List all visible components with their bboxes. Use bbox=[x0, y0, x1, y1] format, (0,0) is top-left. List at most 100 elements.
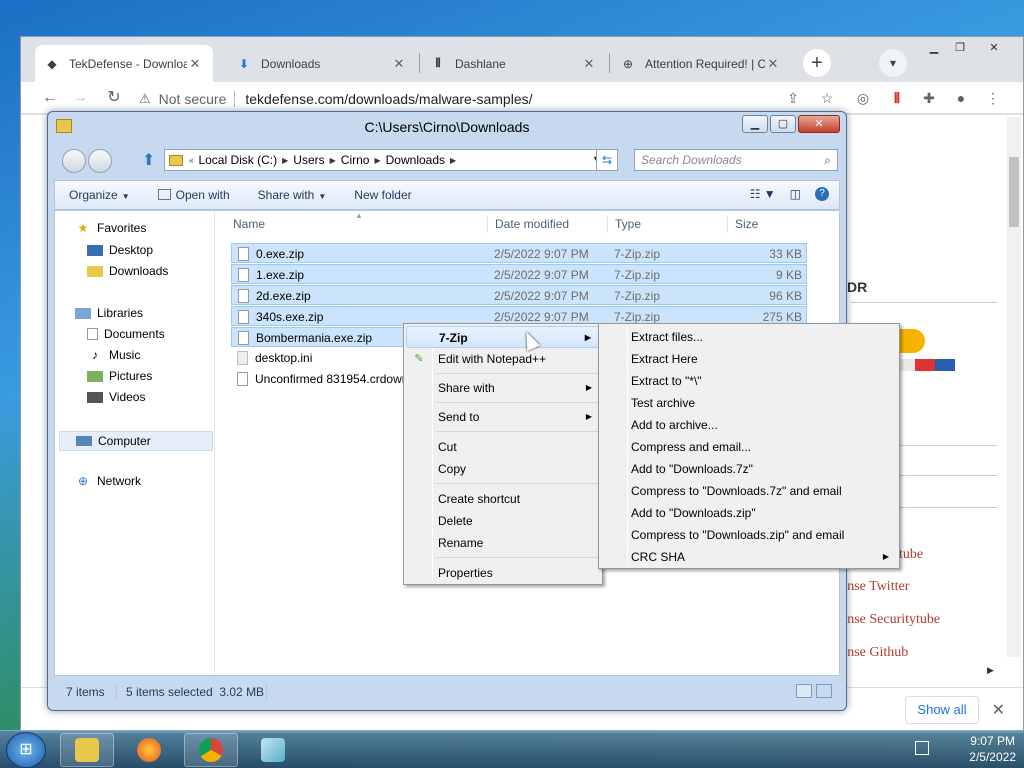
restore-button[interactable]: ❐ bbox=[947, 41, 973, 57]
nav-downloads[interactable]: Downloads bbox=[87, 264, 168, 278]
nav-desktop[interactable]: Desktop bbox=[87, 243, 153, 257]
file-row[interactable]: desktop.ini bbox=[231, 348, 407, 368]
menu-item-extract-here[interactable]: Extract Here bbox=[601, 348, 897, 370]
breadcrumb[interactable]: « Local Disk (C:) ▶ Users ▶ Cirno ▶ Downloa… bbox=[164, 149, 608, 171]
menu-item-compress-email[interactable]: Compress and email... bbox=[601, 436, 897, 458]
nav-favorites[interactable]: ★ Favorites bbox=[75, 221, 147, 235]
forward-icon[interactable]: → bbox=[69, 87, 91, 109]
url-text[interactable]: tekdefense.com/downloads/malware-samples… bbox=[245, 91, 532, 107]
nav-pictures[interactable]: Pictures bbox=[87, 369, 152, 383]
close-tab-icon[interactable]: ✕ bbox=[765, 56, 781, 72]
file-row[interactable]: Unconfirmed 831954.crdown bbox=[231, 369, 407, 389]
close-tab-icon[interactable]: ✕ bbox=[581, 56, 597, 72]
tab-downloads[interactable]: ⬇ Downloads ✕ bbox=[227, 45, 417, 82]
reload-icon[interactable]: ↻ bbox=[103, 87, 125, 109]
menu-item-extract-files[interactable]: Extract files... bbox=[601, 326, 897, 348]
tab-attention[interactable]: ⊕ Attention Required! | C ✕ bbox=[611, 45, 791, 82]
link-twitter[interactable]: ense Twitter bbox=[841, 579, 909, 595]
menu-item-7zip[interactable]: 7-Zip ▶ bbox=[406, 326, 600, 348]
column-header-name[interactable]: Name bbox=[217, 211, 487, 237]
maximize-button[interactable]: ▢ bbox=[770, 115, 796, 133]
close-button[interactable]: ✕ bbox=[798, 115, 840, 133]
profile-avatar-icon[interactable]: ● bbox=[951, 88, 971, 108]
menu-item-compress-7z-email[interactable]: Compress to "Downloads.7z" and email bbox=[601, 480, 897, 502]
nav-music[interactable]: ♪ Music bbox=[87, 348, 140, 362]
nav-videos[interactable]: Videos bbox=[87, 390, 145, 404]
link-github[interactable]: ense Github bbox=[841, 645, 908, 661]
link-securitytube[interactable]: ense Securitytube bbox=[841, 612, 940, 628]
chevron-right-icon[interactable]: ▶ bbox=[374, 156, 380, 165]
preview-pane-icon[interactable]: ◫ bbox=[790, 187, 801, 201]
column-header-date[interactable]: Date modified bbox=[479, 211, 599, 237]
nav-network[interactable]: ⊕ Network bbox=[75, 474, 141, 488]
link-text[interactable]: tube bbox=[899, 547, 923, 563]
menu-item-add-zip[interactable]: Add to "Downloads.zip" bbox=[601, 502, 897, 524]
share-with-button[interactable]: Share with ▼ bbox=[244, 188, 341, 202]
new-folder-button[interactable]: New folder bbox=[340, 188, 425, 202]
menu-item-share-with[interactable]: Share with ▶ bbox=[406, 377, 600, 399]
taskbar-chrome[interactable] bbox=[184, 733, 238, 767]
menu-item-create-shortcut[interactable]: Create shortcut bbox=[406, 488, 600, 510]
nav-libraries[interactable]: Libraries bbox=[75, 306, 143, 320]
share-icon[interactable]: ⇪ bbox=[783, 88, 803, 108]
file-row[interactable]: 2d.exe.zip 2/5/2022 9:07 PM 7-Zip.zip 96… bbox=[231, 285, 807, 305]
clock[interactable]: 9:07 PM 2/5/2022 bbox=[969, 733, 1016, 765]
minimize-button[interactable]: ▁ bbox=[921, 41, 947, 57]
menu-item-crc-sha[interactable]: CRC SHA ▶ bbox=[601, 546, 897, 568]
scrollbar-thumb[interactable] bbox=[1009, 157, 1019, 227]
tab-dashlane[interactable]: ⦀ Dashlane ✕ bbox=[421, 45, 607, 82]
menu-item-delete[interactable]: Delete bbox=[406, 510, 600, 532]
close-tab-icon[interactable]: ✕ bbox=[391, 56, 407, 72]
menu-item-compress-zip-email[interactable]: Compress to "Downloads.zip" and email bbox=[601, 524, 897, 546]
chevron-left-icon[interactable]: « bbox=[189, 156, 193, 165]
search-input[interactable]: Search Downloads ⌕ bbox=[634, 149, 838, 171]
chevron-right-icon[interactable]: ▶ bbox=[330, 156, 336, 165]
minimize-button[interactable]: ▁ bbox=[742, 115, 768, 133]
nav-documents[interactable]: Documents bbox=[87, 327, 165, 341]
close-tab-icon[interactable]: ✕ bbox=[187, 56, 203, 72]
tab-search-button[interactable]: ▾ bbox=[879, 49, 907, 77]
file-row[interactable]: Bombermania.exe.zip bbox=[231, 327, 407, 347]
menu-item-rename[interactable]: Rename bbox=[406, 532, 600, 554]
show-all-button[interactable]: Show all bbox=[905, 696, 979, 724]
help-icon[interactable]: ? bbox=[815, 187, 829, 201]
bookmark-star-icon[interactable]: ☆ bbox=[817, 88, 837, 108]
breadcrumb-users[interactable]: Users bbox=[293, 153, 324, 167]
close-download-bar-icon[interactable]: ✕ bbox=[992, 700, 1005, 720]
start-button[interactable]: ⊞ bbox=[6, 732, 46, 768]
menu-item-copy[interactable]: Copy bbox=[406, 458, 600, 480]
menu-item-cut[interactable]: Cut bbox=[406, 436, 600, 458]
taskbar-firefox[interactable] bbox=[122, 733, 176, 767]
chevron-right-icon[interactable]: ▶ bbox=[282, 156, 288, 165]
refresh-icon[interactable]: ⇆ bbox=[596, 149, 618, 171]
extensions-puzzle-icon[interactable]: ✚ bbox=[919, 88, 939, 108]
taskbar-app[interactable] bbox=[246, 733, 300, 767]
column-header-type[interactable]: Type bbox=[599, 211, 719, 237]
open-with-button[interactable]: Open with bbox=[144, 188, 244, 202]
back-button[interactable] bbox=[62, 149, 86, 173]
nav-computer[interactable]: Computer bbox=[59, 431, 213, 451]
search-icon[interactable]: ⌕ bbox=[824, 150, 831, 170]
page-scrollbar[interactable] bbox=[1007, 117, 1021, 657]
menu-kebab-icon[interactable]: ⋮ bbox=[983, 88, 1003, 108]
not-secure-label[interactable]: Not secure bbox=[159, 91, 227, 107]
column-header-size[interactable]: Size bbox=[719, 211, 799, 237]
scroll-right-arrow-icon[interactable]: ▶ bbox=[987, 665, 994, 676]
forward-button[interactable] bbox=[88, 149, 112, 173]
address-bar[interactable]: ⚠ Not secure tekdefense.com/downloads/ma… bbox=[139, 86, 849, 111]
file-row[interactable]: 1.exe.zip 2/5/2022 9:07 PM 7-Zip.zip 9 K… bbox=[231, 264, 807, 284]
new-tab-button[interactable]: + bbox=[803, 49, 831, 77]
breadcrumb-local-disk[interactable]: Local Disk (C:) bbox=[198, 153, 277, 167]
menu-item-send-to[interactable]: Send to ▶ bbox=[406, 406, 600, 428]
view-options-icon[interactable]: ☷ ▼ bbox=[750, 187, 776, 201]
details-view-icon[interactable] bbox=[796, 684, 812, 698]
menu-item-test-archive[interactable]: Test archive bbox=[601, 392, 897, 414]
menu-item-extract-to[interactable]: Extract to "*\" bbox=[601, 370, 897, 392]
back-icon[interactable]: ← bbox=[39, 87, 61, 109]
up-arrow-icon[interactable]: ⬆ bbox=[142, 150, 155, 170]
breadcrumb-cirno[interactable]: Cirno bbox=[341, 153, 370, 167]
menu-item-add-7z[interactable]: Add to "Downloads.7z" bbox=[601, 458, 897, 480]
tab-tekdefense[interactable]: ◆ TekDefense - Downloac ✕ bbox=[35, 45, 213, 82]
file-row[interactable]: 0.exe.zip 2/5/2022 9:07 PM 7-Zip.zip 33 … bbox=[231, 243, 807, 263]
taskbar-explorer[interactable] bbox=[60, 733, 114, 767]
